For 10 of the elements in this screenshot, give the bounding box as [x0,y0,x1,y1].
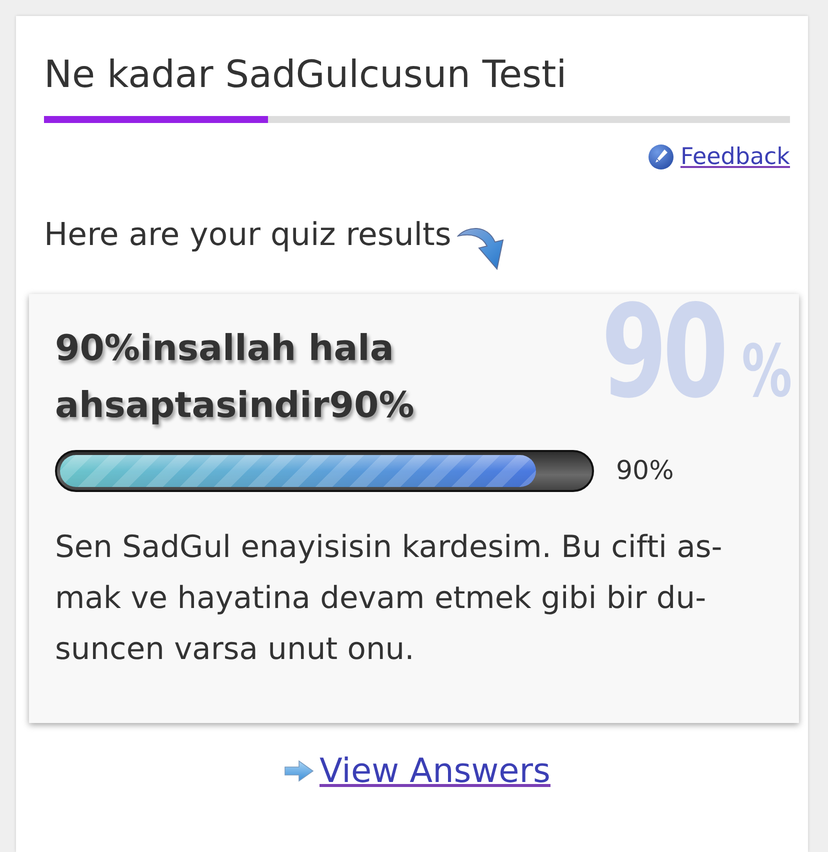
feedback-link[interactable]: Feedback [680,144,790,170]
result-description: Sen SadGul enayisisin kardesim. Bu cifti as- mak ve hayatina devam etmek gibi bir du- suncen varsa unut onu. [55,529,724,669]
view-answers-link[interactable]: View Answers [320,751,550,790]
watermark-percent: % [742,336,792,406]
right-arrow-icon [284,758,314,782]
score-percent: 90% [616,456,674,486]
results-intro-text: Here are your quiz results [44,216,452,255]
result-title: 90%insallah hala ahsaptasindir90% [55,327,416,428]
pencil-icon [648,144,674,170]
quiz-title: Ne kadar SadGulcusun Testi [44,51,568,98]
